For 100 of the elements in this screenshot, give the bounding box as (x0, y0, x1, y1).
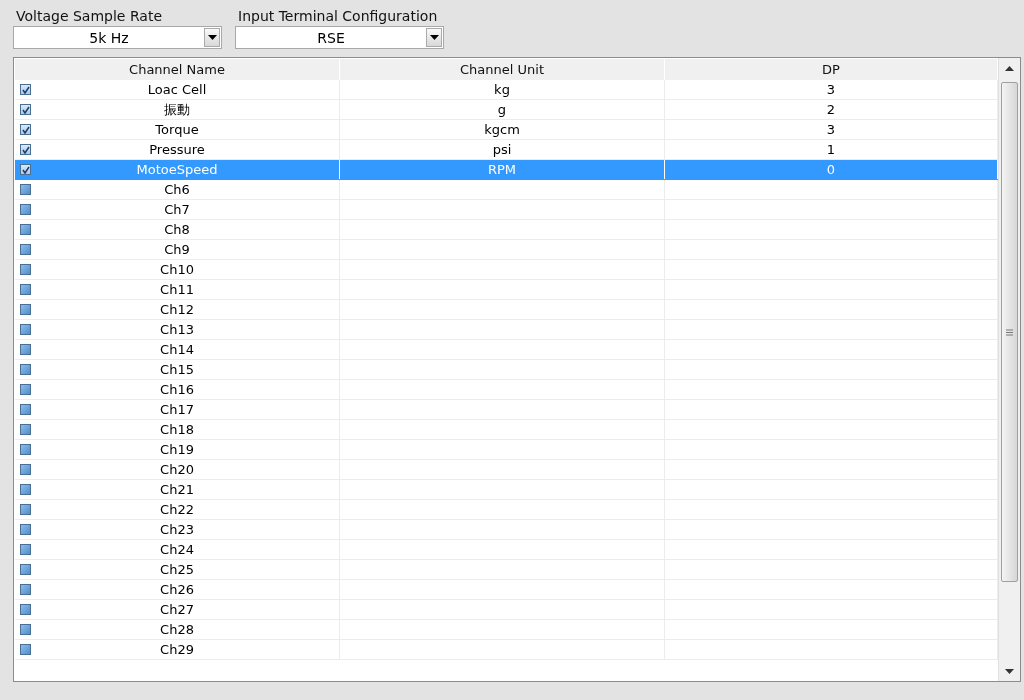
table-cell: Loac Cell (147, 82, 207, 97)
table-row[interactable]: Ch24 (15, 540, 998, 560)
table-row[interactable]: Ch15 (15, 360, 998, 380)
checkbox[interactable] (20, 524, 31, 535)
table-cell: Ch18 (160, 422, 194, 437)
table-cell: 0 (826, 162, 836, 177)
table-row[interactable]: Ch28 (15, 620, 998, 640)
table-cell: Ch8 (164, 222, 190, 237)
table-row[interactable]: Ch14 (15, 340, 998, 360)
checkbox[interactable] (20, 364, 31, 375)
table-cell: Ch20 (160, 462, 194, 477)
table-row[interactable]: Ch8 (15, 220, 998, 240)
scroll-up-icon (1005, 65, 1014, 71)
checkbox[interactable] (20, 404, 31, 415)
checkbox[interactable] (20, 284, 31, 295)
checkbox[interactable] (20, 424, 31, 435)
checkbox[interactable] (20, 184, 31, 195)
table-row[interactable]: Ch13 (15, 320, 998, 340)
checkbox[interactable] (20, 344, 31, 355)
dropdown[interactable]: RSE (235, 26, 444, 49)
checkbox[interactable] (20, 224, 31, 235)
checkbox[interactable] (20, 384, 31, 395)
checkbox[interactable] (20, 624, 31, 635)
table-cell: 3 (826, 122, 836, 137)
checkbox[interactable] (20, 564, 31, 575)
checkbox[interactable] (20, 244, 31, 255)
table-row[interactable]: Ch10 (15, 260, 998, 280)
table-row[interactable]: Ch16 (15, 380, 998, 400)
table-cell: Ch25 (160, 562, 194, 577)
table-cell: Ch26 (160, 582, 194, 597)
table-cell: Ch24 (160, 542, 194, 557)
scroll-thumb[interactable] (1001, 82, 1018, 582)
checkbox[interactable] (20, 164, 31, 175)
checkbox[interactable] (20, 324, 31, 335)
scroll-down-icon (1005, 668, 1014, 674)
table-cell: Ch11 (160, 282, 194, 297)
table-row[interactable]: Ch22 (15, 500, 998, 520)
table-row[interactable]: Ch27 (15, 600, 998, 620)
checkbox[interactable] (20, 204, 31, 215)
checkbox[interactable] (20, 104, 31, 115)
table-row[interactable]: Ch7 (15, 200, 998, 220)
table-row[interactable]: Ch18 (15, 420, 998, 440)
table-cell: Ch9 (164, 242, 190, 257)
checkbox[interactable] (20, 144, 31, 155)
checkbox[interactable] (20, 304, 31, 315)
table-row[interactable]: Ch17 (15, 400, 998, 420)
table-cell: Pressure (149, 142, 205, 157)
table-cell: Ch27 (160, 602, 194, 617)
table-row[interactable]: Ch12 (15, 300, 998, 320)
table-row[interactable]: Ch19 (15, 440, 998, 460)
table-row[interactable]: Ch9 (15, 240, 998, 260)
scrollbar[interactable] (998, 58, 1020, 681)
table-cell: Ch21 (160, 482, 194, 497)
table-row[interactable]: Ch26 (15, 580, 998, 600)
table-cell: Ch13 (160, 322, 194, 337)
table-cell: kgcm (484, 122, 520, 137)
checkbox[interactable] (20, 444, 31, 455)
checkbox[interactable] (20, 644, 31, 655)
table-cell: Ch22 (160, 502, 194, 517)
table-row[interactable]: Ch6 (15, 180, 998, 200)
table-cell: Ch23 (160, 522, 194, 537)
checkbox[interactable] (20, 544, 31, 555)
table-cell: Ch19 (160, 442, 194, 457)
table-cell: 振動 (164, 102, 190, 117)
checkbox[interactable] (20, 504, 31, 515)
table-cell: MotoeSpeed (136, 162, 218, 177)
checkmark-icon (21, 85, 30, 94)
table-row[interactable]: Ch11 (15, 280, 998, 300)
table-row[interactable]: Ch21 (15, 480, 998, 500)
checkbox[interactable] (20, 604, 31, 615)
checkmark-icon (21, 125, 30, 134)
table-row[interactable]: Ch29 (15, 640, 998, 660)
table-cell: Ch28 (160, 622, 194, 637)
table-cell: psi (492, 142, 512, 157)
table-row[interactable]: Ch23 (15, 520, 998, 540)
checkbox[interactable] (20, 584, 31, 595)
table-cell: 1 (826, 142, 836, 157)
table-row[interactable]: Loac Cell kg 3 (15, 80, 998, 100)
checkbox[interactable] (20, 464, 31, 475)
checkmark-icon (21, 145, 30, 154)
table-row[interactable]: Torque kgcm 3 (15, 120, 998, 140)
checkbox[interactable] (20, 264, 31, 275)
table-cell: Ch10 (160, 262, 194, 277)
checkbox[interactable] (20, 124, 31, 135)
checkbox[interactable] (20, 84, 31, 95)
table-cell: kg (494, 82, 510, 97)
table-cell: 3 (826, 82, 836, 97)
table-row[interactable]: Pressure psi 1 (15, 140, 998, 160)
table-row[interactable]: Ch20 (15, 460, 998, 480)
grip-icon (1006, 328, 1013, 336)
dropdown-arrow-icon (207, 35, 217, 40)
table-cell: g (497, 102, 507, 117)
field-label: Input Terminal Configuration (237, 8, 439, 24)
table-row[interactable]: 振動 g 2 (15, 100, 998, 120)
table-cell: 2 (826, 102, 836, 117)
table-row[interactable]: Ch25 (15, 560, 998, 580)
dropdown[interactable]: 5k Hz (13, 26, 222, 49)
checkbox[interactable] (20, 484, 31, 495)
table-cell: Ch6 (164, 182, 190, 197)
table-cell: Ch16 (160, 382, 194, 397)
